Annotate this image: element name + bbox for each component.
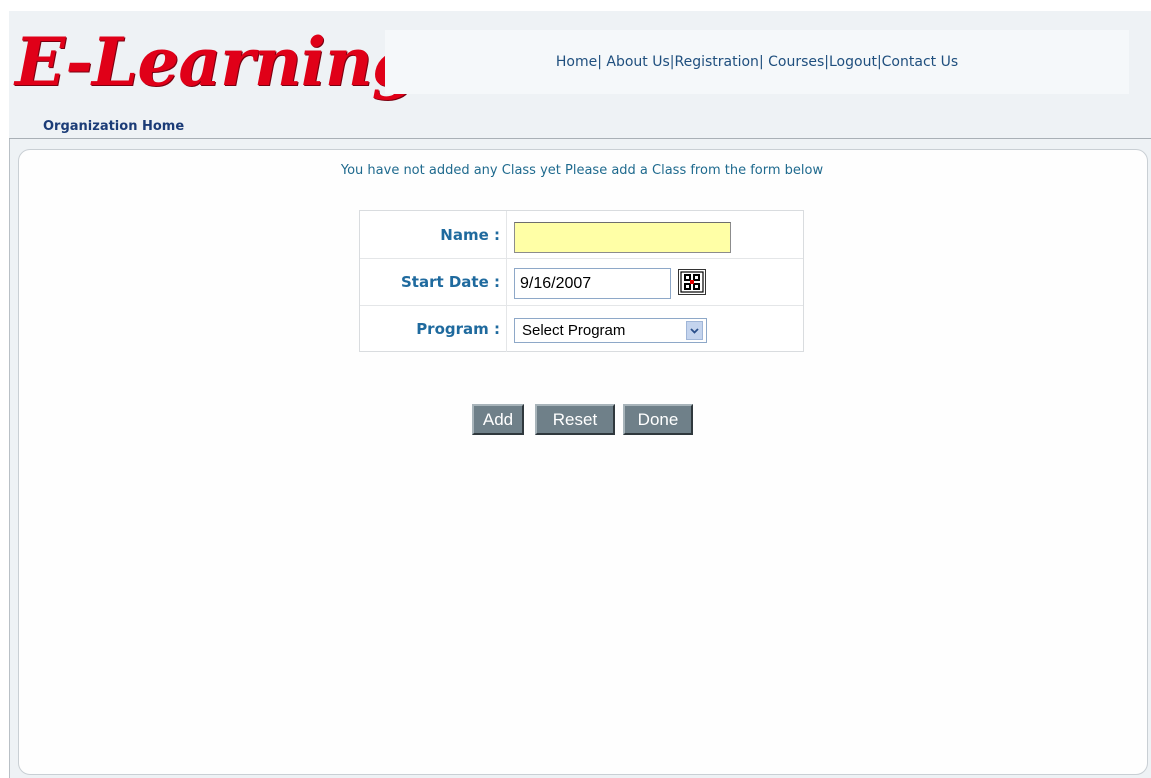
dropdown-arrow-button[interactable] bbox=[686, 321, 703, 340]
reset-button[interactable]: Reset bbox=[535, 404, 615, 435]
nav-about-us-link[interactable]: About Us bbox=[606, 54, 669, 70]
nav-home-link[interactable]: Home bbox=[556, 54, 597, 70]
nav-registration-link[interactable]: Registration bbox=[675, 54, 759, 70]
program-label: Program : bbox=[360, 305, 507, 352]
program-select[interactable]: Select Program bbox=[514, 318, 707, 343]
calendar-icon bbox=[680, 271, 704, 293]
add-class-form: Name : Start Date : Program : Select bbox=[359, 210, 804, 352]
chevron-down-icon bbox=[690, 327, 699, 334]
info-message: You have not added any Class yet Please … bbox=[340, 163, 824, 178]
add-button[interactable]: Add bbox=[472, 404, 524, 435]
done-button[interactable]: Done bbox=[623, 404, 693, 435]
start-date-input[interactable] bbox=[514, 268, 671, 299]
name-label: Name : bbox=[360, 211, 507, 258]
start-date-label: Start Date : bbox=[360, 258, 507, 305]
form-row-program: Program : Select Program bbox=[360, 305, 803, 352]
name-input[interactable] bbox=[514, 222, 731, 253]
nav-contact-us-link[interactable]: Contact Us bbox=[882, 54, 958, 70]
form-row-start-date: Start Date : bbox=[360, 258, 803, 306]
top-navigation: Home| About Us|Registration| Courses|Log… bbox=[385, 30, 1129, 94]
nav-courses-link[interactable]: Courses bbox=[768, 54, 824, 70]
form-row-name: Name : bbox=[360, 211, 803, 259]
site-logo[interactable]: E-Learning bbox=[15, 22, 418, 102]
nav-separator: | bbox=[597, 54, 607, 70]
nav-logout-link[interactable]: Logout bbox=[829, 54, 877, 70]
organization-home-link[interactable]: Organization Home bbox=[43, 119, 184, 134]
nav-separator: | bbox=[758, 54, 769, 70]
nav-links: Home| About Us|Registration| Courses|Log… bbox=[556, 54, 958, 70]
calendar-button[interactable] bbox=[678, 269, 706, 295]
program-selected-value: Select Program bbox=[522, 322, 626, 339]
